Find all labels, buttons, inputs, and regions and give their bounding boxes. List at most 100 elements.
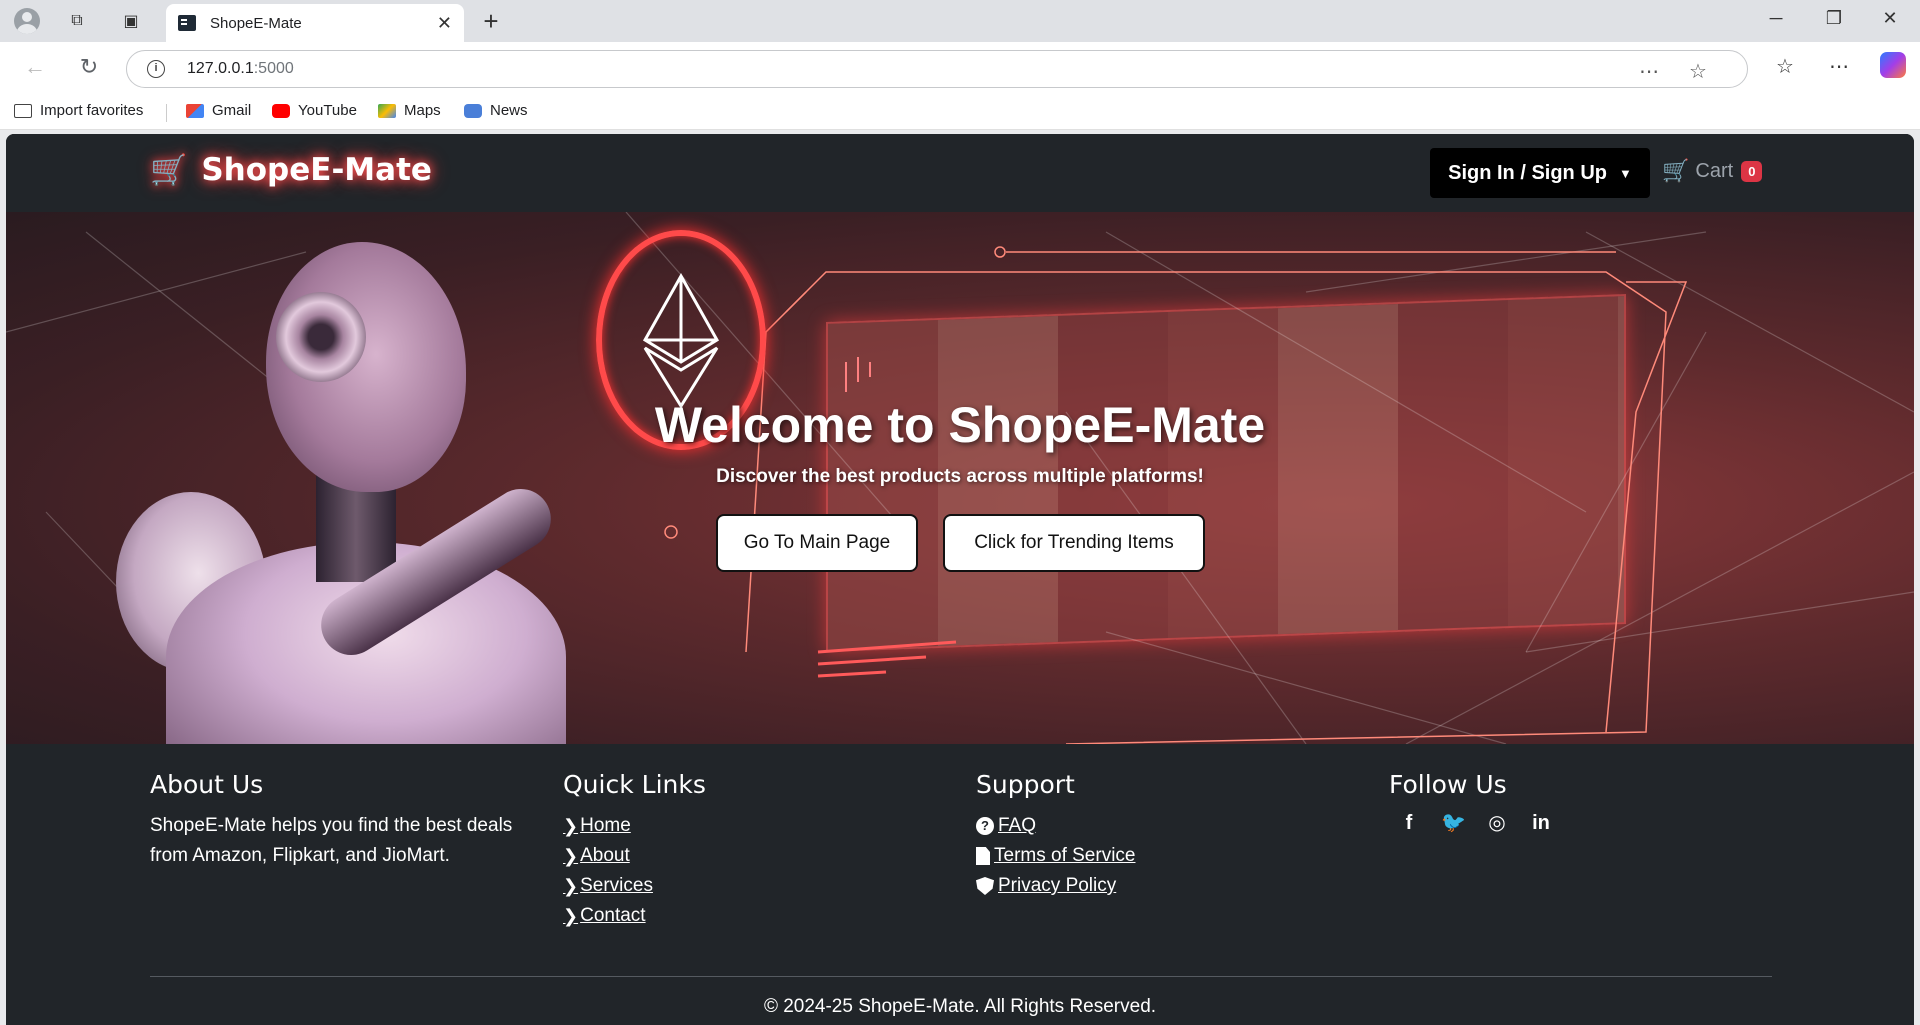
bookmark-label: News <box>490 102 528 119</box>
browser-tab-bar: ⧉ ▣ ShopeE-Mate ✕ + ─ ❐ ✕ <box>0 0 1920 42</box>
sign-in-label: Sign In / Sign Up <box>1448 161 1607 184</box>
restore-button[interactable]: ❐ <box>1814 8 1854 29</box>
hero-subtitle: Discover the best products across multip… <box>716 466 1204 487</box>
bookmark-youtube[interactable]: YouTube <box>272 102 357 119</box>
link-label: Home <box>580 815 631 836</box>
follow-heading: Follow Us <box>1389 770 1507 799</box>
bookmark-separator <box>166 104 167 122</box>
sign-in-dropdown-button[interactable]: Sign In / Sign Up ▼ <box>1430 148 1650 198</box>
cart-link[interactable]: 🛒 Cart 0 <box>1662 158 1763 184</box>
favorites-button[interactable]: ☆ <box>1770 54 1800 79</box>
trending-items-button[interactable]: Click for Trending Items <box>943 514 1205 572</box>
maps-icon <box>378 103 396 118</box>
link-label: FAQ <box>998 815 1037 836</box>
social-links: f 🐦 ◎ in <box>1397 811 1553 835</box>
new-tab-button[interactable]: + <box>476 6 506 36</box>
linkedin-icon[interactable]: in <box>1529 811 1553 835</box>
shield-icon <box>976 877 994 895</box>
workspaces-button[interactable]: ⧉ <box>62 6 92 36</box>
chevron-right-icon: ❯ <box>563 876 579 896</box>
address-toolbar: ← ↻ i 127.0.0.1:5000 ⋯ ☆ ☆ ⋯ <box>0 42 1920 94</box>
more-icon: ⋯ <box>1829 56 1849 78</box>
tab-actions-icon: ▣ <box>123 13 139 30</box>
bookmark-import-favorites[interactable]: Import favorites <box>14 102 143 119</box>
url-host: 127.0.0.1 <box>187 60 254 77</box>
chevron-right-icon: ❯ <box>563 846 579 866</box>
go-to-main-page-button[interactable]: Go To Main Page <box>716 514 918 572</box>
footer-quick-links: Quick Links ❯ Home ❯ About ❯ Services ❯ Cont… <box>563 770 706 931</box>
footer-link-terms[interactable]: Terms of Service <box>976 841 1135 871</box>
about-text: ShopeE-Mate helps you find the best deal… <box>150 815 513 866</box>
site-navbar: 🛒 ShopeE-Mate Sign In / Sign Up ▼ 🛒 Cart… <box>6 134 1914 212</box>
youtube-icon <box>272 103 290 118</box>
document-icon <box>976 847 990 865</box>
footer-divider <box>150 976 1772 977</box>
link-label: Privacy Policy <box>998 875 1117 896</box>
footer-link-services[interactable]: ❯ Services <box>563 871 706 901</box>
footer-link-faq[interactable]: ? FAQ <box>976 811 1135 841</box>
hero-banner: Welcome to ShopeE-Mate Discover the best… <box>6 212 1914 744</box>
hero-title: Welcome to ShopeE-Mate <box>654 397 1266 453</box>
caret-down-icon: ▼ <box>1619 165 1632 181</box>
footer-link-home[interactable]: ❯ Home <box>563 811 706 841</box>
reload-button[interactable]: ↻ <box>74 54 104 80</box>
footer-link-privacy[interactable]: Privacy Policy <box>976 871 1135 901</box>
web-page: 🛒 ShopeE-Mate Sign In / Sign Up ▼ 🛒 Cart… <box>6 134 1914 1025</box>
chevron-right-icon: ❯ <box>563 906 579 926</box>
bookmark-label: Maps <box>404 102 441 119</box>
gmail-icon <box>186 103 204 118</box>
bookmark-news[interactable]: News <box>464 102 528 119</box>
twitter-icon[interactable]: 🐦 <box>1441 811 1466 835</box>
back-button[interactable]: ← <box>20 54 50 80</box>
url-port: :5000 <box>253 60 294 77</box>
footer-support: Support ? FAQ Terms of Service Privacy Po… <box>976 770 1135 901</box>
footer-link-about[interactable]: ❯ About <box>563 841 706 871</box>
tab-title: ShopeE-Mate <box>210 14 302 32</box>
facebook-icon[interactable]: f <box>1397 811 1421 835</box>
question-circle-icon: ? <box>976 817 994 835</box>
link-label: About <box>580 845 630 866</box>
close-window-button[interactable]: ✕ <box>1870 8 1910 29</box>
brand-logo[interactable]: 🛒 ShopeE-Mate <box>150 152 432 188</box>
profile-button[interactable] <box>12 6 42 36</box>
profile-avatar-icon <box>14 8 40 34</box>
settings-menu-button[interactable]: ⋯ <box>1824 54 1854 79</box>
copyright-text: © 2024-25 ShopeE-Mate. All Rights Reserv… <box>763 996 1157 1017</box>
quick-links-heading: Quick Links <box>563 770 706 799</box>
cart-count-badge: 0 <box>1741 160 1763 182</box>
bookmark-label: Gmail <box>212 102 252 119</box>
copilot-icon[interactable] <box>1880 52 1906 78</box>
site-footer: About Us ShopeE-Mate helps you find the … <box>6 744 1914 1025</box>
link-label: Contact <box>580 905 646 926</box>
shopping-cart-icon: 🛒 <box>150 153 188 187</box>
folder-import-icon <box>14 103 32 118</box>
bookmark-gmail[interactable]: Gmail <box>186 102 251 119</box>
favorite-star-icon[interactable]: ☆ <box>1689 59 1707 84</box>
bookmark-label: YouTube <box>298 102 357 119</box>
cart-icon: 🛒 <box>1662 158 1690 183</box>
bookmark-label: Import favorites <box>40 102 144 119</box>
brand-name: ShopeE-Mate <box>201 152 432 188</box>
support-heading: Support <box>976 770 1075 799</box>
minimize-button[interactable]: ─ <box>1756 8 1796 29</box>
instagram-icon[interactable]: ◎ <box>1485 811 1509 835</box>
cart-label: Cart <box>1695 159 1734 182</box>
page-actions-icon[interactable]: ⋯ <box>1639 59 1659 84</box>
about-heading: About Us <box>150 770 264 799</box>
link-label: Terms of Service <box>994 845 1136 866</box>
close-tab-icon[interactable]: ✕ <box>437 13 452 34</box>
chevron-right-icon: ❯ <box>563 816 579 836</box>
hero-content: Welcome to ShopeE-Mate Discover the best… <box>6 212 1914 744</box>
footer-link-contact[interactable]: ❯ Contact <box>563 901 706 931</box>
bookmark-maps[interactable]: Maps <box>378 102 441 119</box>
favorites-icon: ☆ <box>1776 56 1794 78</box>
url-bar[interactable]: i 127.0.0.1:5000 ⋯ ☆ <box>126 50 1748 88</box>
site-info-icon[interactable]: i <box>147 60 165 78</box>
terminal-favicon-icon <box>178 15 196 31</box>
footer-about: About Us ShopeE-Mate helps you find the … <box>150 770 550 871</box>
browser-tab-active[interactable]: ShopeE-Mate ✕ <box>166 4 464 42</box>
bookmarks-bar: Import favorites Gmail YouTube Maps News <box>0 94 1920 130</box>
news-icon <box>464 103 482 118</box>
vertical-tabs-button[interactable]: ▣ <box>116 6 146 36</box>
footer-follow: Follow Us f 🐦 ◎ in <box>1389 770 1553 835</box>
